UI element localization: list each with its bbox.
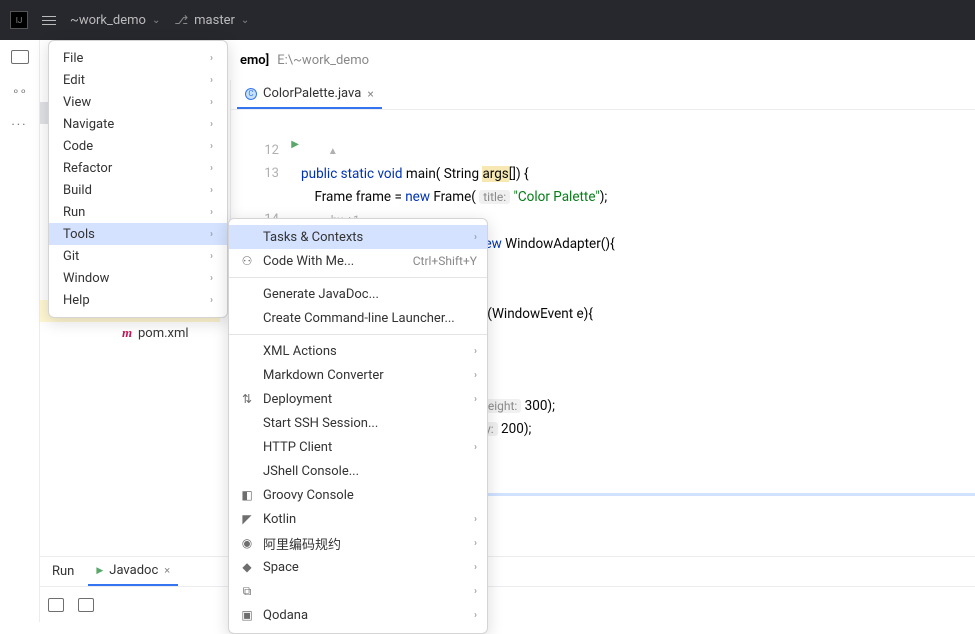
submenu-item[interactable]: ◉阿里编码规约› bbox=[229, 531, 487, 555]
editor-tabs: C ColorPalette.java × bbox=[231, 80, 975, 110]
chevron-down-icon: ⌄ bbox=[241, 15, 249, 26]
breadcrumb-path: E:\~work_demo bbox=[277, 53, 369, 68]
submenu-item[interactable]: ▣Qodana› bbox=[229, 603, 487, 627]
menu-item-tools[interactable]: Tools› bbox=[49, 223, 227, 245]
editor-tab[interactable]: C ColorPalette.java × bbox=[237, 80, 382, 109]
menu-item-edit[interactable]: Edit› bbox=[49, 69, 227, 91]
run-gutter-icon[interactable]: ▶ bbox=[291, 139, 299, 150]
menu-item-git[interactable]: Git› bbox=[49, 245, 227, 267]
branch-selector[interactable]: ⎇ master ⌄ bbox=[174, 13, 249, 28]
chevron-down-icon: ⌄ bbox=[152, 15, 160, 26]
hamburger-menu-icon[interactable] bbox=[42, 16, 56, 25]
project-name: ~work_demo bbox=[70, 13, 146, 28]
titlebar: IJ ~work_demo ⌄ ⎇ master ⌄ bbox=[0, 0, 975, 40]
menu-item-build[interactable]: Build› bbox=[49, 179, 227, 201]
bottom-rail bbox=[40, 586, 975, 622]
close-icon[interactable]: × bbox=[164, 564, 170, 577]
groovy-icon: ◧ bbox=[239, 488, 255, 502]
submenu-item[interactable]: Generate JavaDoc... bbox=[229, 282, 487, 306]
submenu-item[interactable]: ◤Kotlin› bbox=[229, 507, 487, 531]
structure-tool-icon[interactable]: ∘∘ bbox=[12, 84, 27, 98]
breadcrumb-name: emo] bbox=[240, 53, 269, 68]
tool-window-tabs: Run ▶ Javadoc × bbox=[40, 556, 975, 586]
close-icon[interactable]: × bbox=[367, 87, 373, 101]
menu-item-run[interactable]: Run› bbox=[49, 201, 227, 223]
submenu-item[interactable]: JShell Console... bbox=[229, 459, 487, 483]
submenu-item[interactable]: Create Command-line Launcher... bbox=[229, 306, 487, 330]
menu-item-code[interactable]: Code› bbox=[49, 135, 227, 157]
kotlin-icon: ◤ bbox=[239, 512, 255, 526]
java-class-icon: C bbox=[245, 88, 257, 100]
problems-icon[interactable] bbox=[78, 598, 94, 612]
submenu-item[interactable]: ⚇Code With Me...Ctrl+Shift+Y bbox=[229, 249, 487, 273]
terminal-icon[interactable] bbox=[48, 598, 64, 612]
maven-icon: m bbox=[120, 325, 134, 341]
submenu-item[interactable]: ⇅Deployment› bbox=[229, 387, 487, 411]
branch-name: master bbox=[194, 13, 235, 28]
submenu-item[interactable]: Start SSH Session... bbox=[229, 411, 487, 435]
submenu-item[interactable]: ⧉› bbox=[229, 579, 487, 603]
submenu-item[interactable]: HTTP Client› bbox=[229, 435, 487, 459]
submenu-item[interactable]: XML Actions› bbox=[229, 339, 487, 363]
project-tool-icon[interactable] bbox=[11, 50, 29, 64]
tree-node[interactable]: mpom.xml bbox=[40, 322, 220, 344]
main-menu-dropdown: File›Edit›View›Navigate›Code›Refactor›Bu… bbox=[48, 40, 228, 318]
submenu-item[interactable]: ◆Space› bbox=[229, 555, 487, 579]
menu-item-window[interactable]: Window› bbox=[49, 267, 227, 289]
ops-icon: ⧉ bbox=[239, 584, 255, 599]
submenu-item[interactable]: Markdown Converter› bbox=[229, 363, 487, 387]
deploy-icon: ⇅ bbox=[239, 392, 255, 406]
submenu-item[interactable]: ◧Groovy Console bbox=[229, 483, 487, 507]
menu-item-navigate[interactable]: Navigate› bbox=[49, 113, 227, 135]
menu-item-refactor[interactable]: Refactor› bbox=[49, 157, 227, 179]
ali-icon: ◉ bbox=[239, 536, 255, 550]
menu-item-file[interactable]: File› bbox=[49, 47, 227, 69]
run-status-icon: ▶ bbox=[96, 566, 103, 576]
more-tools-icon[interactable]: ··· bbox=[11, 118, 27, 133]
left-tool-rail: ∘∘ ··· bbox=[0, 40, 40, 622]
javadoc-tab[interactable]: ▶ Javadoc × bbox=[88, 557, 178, 586]
tools-submenu: Tasks & Contexts›⚇Code With Me...Ctrl+Sh… bbox=[228, 218, 488, 634]
tab-filename: ColorPalette.java bbox=[263, 86, 361, 101]
menu-item-view[interactable]: View› bbox=[49, 91, 227, 113]
submenu-item[interactable]: Tasks & Contexts› bbox=[229, 225, 487, 249]
project-selector[interactable]: ~work_demo ⌄ bbox=[70, 13, 160, 28]
qodana-icon: ▣ bbox=[239, 608, 255, 622]
javadoc-label: Javadoc bbox=[109, 563, 158, 578]
space-icon: ◆ bbox=[239, 560, 255, 574]
branch-icon: ⎇ bbox=[174, 13, 188, 27]
people-icon: ⚇ bbox=[239, 254, 255, 268]
menu-item-help[interactable]: Help› bbox=[49, 289, 227, 311]
run-label[interactable]: Run bbox=[46, 564, 80, 579]
app-logo-icon: IJ bbox=[10, 11, 28, 29]
